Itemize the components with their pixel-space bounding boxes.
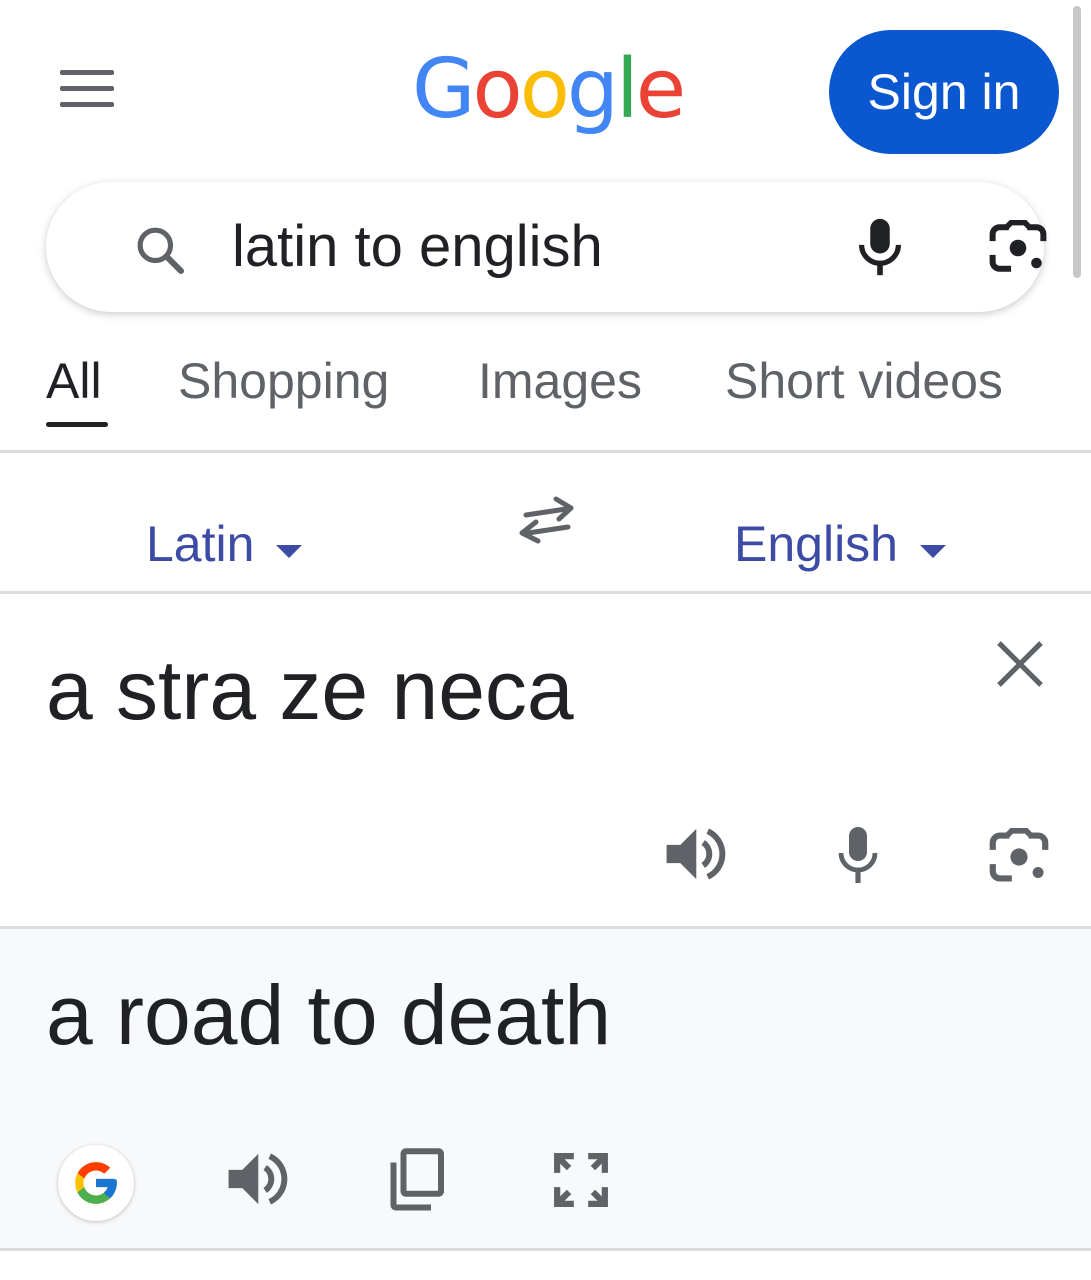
source-text-input[interactable]: a stra ze neca bbox=[46, 640, 574, 740]
logo-letter: o bbox=[472, 42, 523, 137]
search-icon bbox=[137, 227, 185, 275]
tab-images[interactable]: Images bbox=[478, 352, 642, 410]
divider bbox=[0, 1248, 1091, 1251]
copy-icon[interactable] bbox=[386, 1147, 446, 1213]
mic-icon[interactable] bbox=[854, 216, 906, 278]
source-language-label: Latin bbox=[146, 516, 255, 572]
logo-letter: g bbox=[566, 42, 619, 137]
google-g-logo-icon bbox=[75, 1162, 117, 1204]
sign-in-button[interactable]: Sign in bbox=[829, 30, 1059, 154]
target-language-select[interactable]: English bbox=[734, 515, 946, 573]
chevron-down-icon bbox=[276, 544, 303, 558]
tab-shopping[interactable]: Shopping bbox=[178, 352, 389, 410]
expand-icon[interactable] bbox=[550, 1149, 612, 1211]
google-logo[interactable]: Google bbox=[412, 40, 686, 140]
scrollbar[interactable] bbox=[1073, 6, 1081, 278]
speaker-icon[interactable] bbox=[662, 824, 726, 884]
hamburger-menu-icon[interactable] bbox=[60, 68, 116, 108]
divider bbox=[0, 450, 1091, 453]
translation-panel: a road to death bbox=[0, 929, 1091, 1249]
logo-letter: o bbox=[519, 42, 570, 137]
search-box[interactable]: latin to english bbox=[46, 182, 1047, 312]
search-tabs: All Shopping Images Short videos bbox=[0, 340, 1091, 450]
logo-letter: e bbox=[635, 42, 686, 137]
source-language-select[interactable]: Latin bbox=[146, 515, 303, 573]
lens-icon[interactable] bbox=[988, 828, 1050, 886]
translated-text: a road to death bbox=[46, 968, 612, 1062]
chevron-down-icon bbox=[920, 544, 946, 558]
search-input[interactable]: latin to english bbox=[232, 212, 603, 282]
lens-icon[interactable] bbox=[988, 220, 1048, 276]
swap-languages-icon[interactable] bbox=[516, 495, 578, 545]
tab-short-videos[interactable]: Short videos bbox=[725, 352, 1003, 410]
tab-all[interactable]: All bbox=[46, 352, 102, 410]
source-text-panel[interactable]: a stra ze neca bbox=[0, 594, 1091, 926]
close-icon[interactable] bbox=[992, 636, 1048, 692]
active-tab-indicator bbox=[46, 422, 108, 427]
speaker-icon[interactable] bbox=[224, 1149, 288, 1209]
target-language-label: English bbox=[734, 516, 898, 572]
language-selector-row: Latin English bbox=[0, 455, 1091, 591]
logo-letter: l bbox=[615, 42, 639, 137]
google-g-icon[interactable] bbox=[58, 1145, 134, 1221]
logo-letter: G bbox=[412, 42, 476, 137]
mic-icon[interactable] bbox=[834, 824, 882, 886]
